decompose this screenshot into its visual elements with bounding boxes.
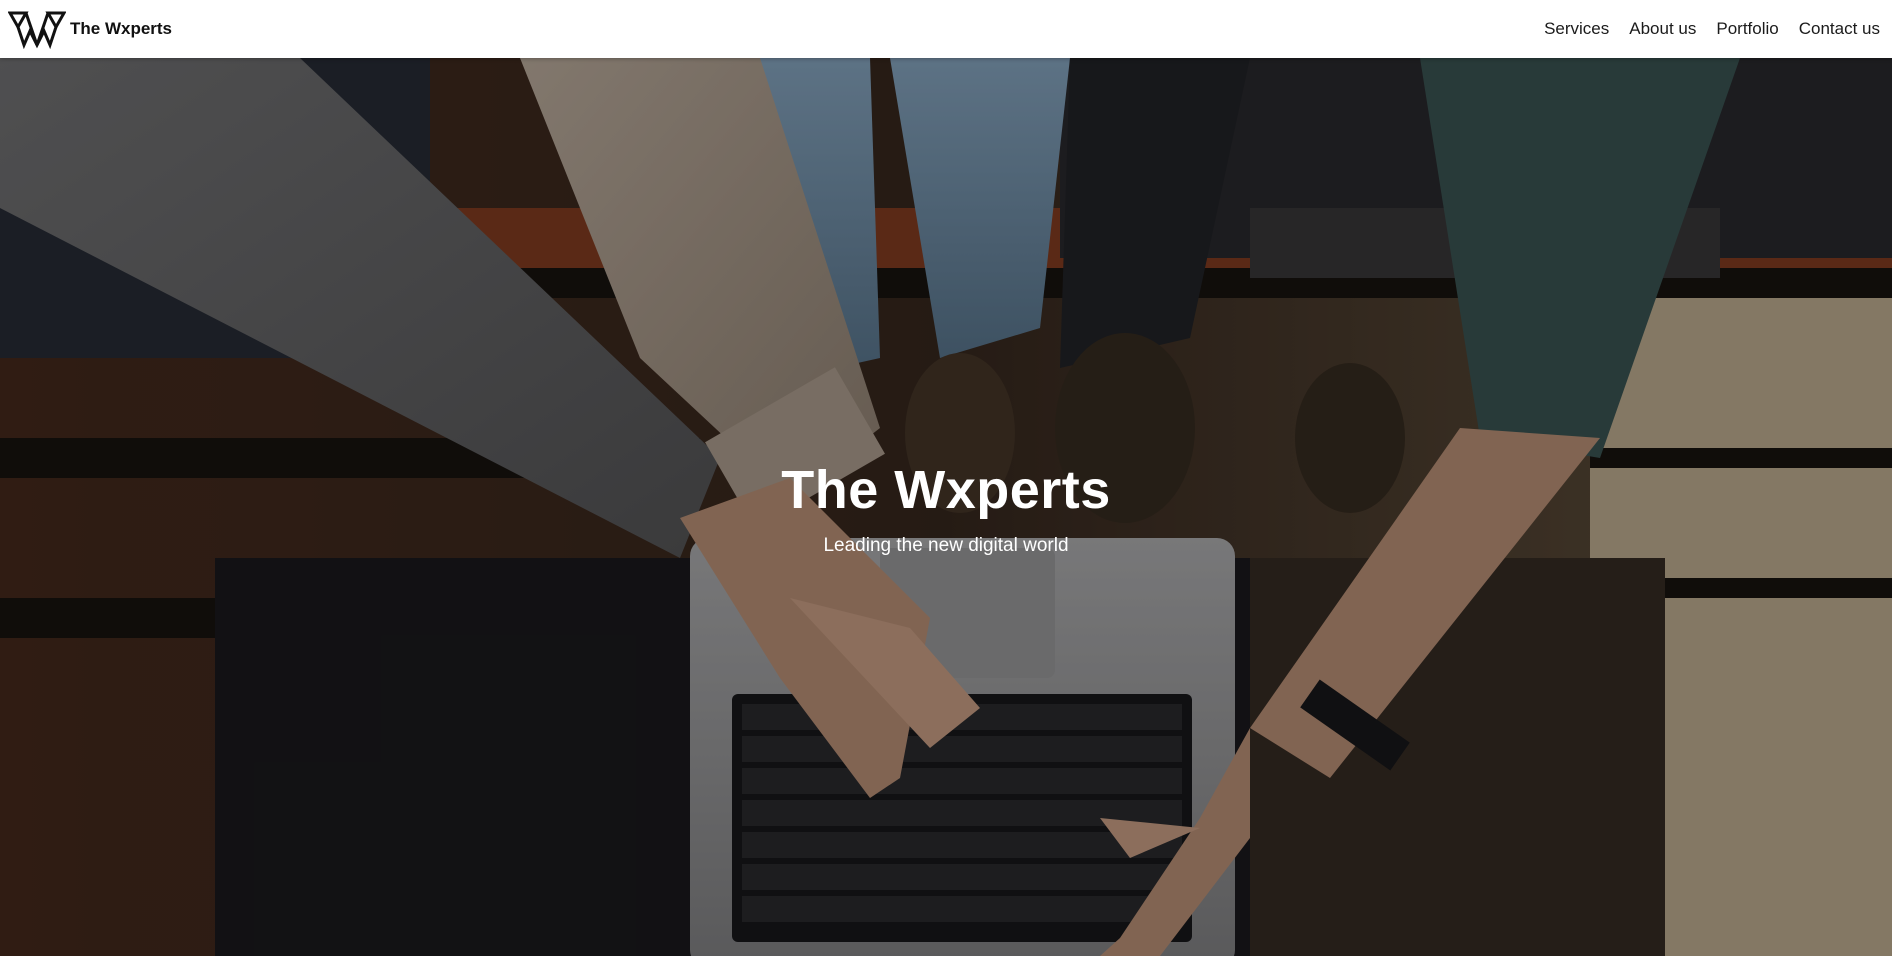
- nav-link-services[interactable]: Services: [1544, 19, 1609, 39]
- nav-link-about-us[interactable]: About us: [1629, 19, 1696, 39]
- hero-title: The Wxperts: [781, 460, 1111, 520]
- nav-link-contact-us[interactable]: Contact us: [1799, 19, 1880, 39]
- wxperts-logo-icon: [8, 11, 66, 49]
- main-nav: Services About us Portfolio Contact us: [1544, 19, 1880, 39]
- brand-name: The Wxperts: [70, 19, 173, 38]
- hero-section: The Wxperts Leading the new digital worl…: [0, 58, 1892, 956]
- hero-content: The Wxperts Leading the new digital worl…: [0, 458, 1892, 557]
- hero-subtitle: Leading the new digital world: [823, 534, 1069, 556]
- brand-link[interactable]: The Wxperts: [8, 9, 172, 49]
- nav-link-portfolio[interactable]: Portfolio: [1716, 19, 1778, 39]
- top-navbar: The Wxperts Services About us Portfolio …: [0, 0, 1892, 58]
